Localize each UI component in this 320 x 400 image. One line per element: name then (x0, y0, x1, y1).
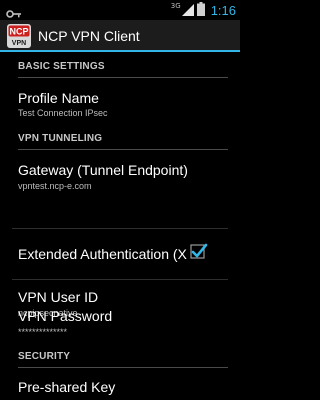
pref-title: Profile Name (18, 90, 99, 106)
app-title: NCP VPN Client (38, 28, 140, 44)
action-bar: NCP VPN NCP VPN Client (0, 20, 240, 52)
section-header-basic-settings: BASIC SETTINGS (18, 58, 228, 78)
pref-title: Extended Authentication (X (18, 246, 187, 262)
battery-icon (196, 1, 205, 20)
svg-text:NCP: NCP (9, 27, 28, 37)
pref-extended-authentication[interactable]: Extended Authentication (X (0, 229, 240, 279)
pref-summary: Test Connection IPsec (18, 108, 108, 118)
pref-summary: ************** (18, 327, 68, 337)
pref-preshared-key[interactable]: Pre-shared Key (0, 370, 240, 400)
pref-summary: vpntest.ncp-e.com (18, 181, 92, 191)
pref-title: Pre-shared Key (18, 379, 116, 395)
pref-vpn-password[interactable]: VPN Password ************** (0, 300, 240, 346)
app-logo-icon[interactable]: NCP VPN (7, 24, 31, 48)
action-bar-divider (0, 50, 240, 52)
network-type-label: 3G (170, 2, 181, 10)
pref-profile-name[interactable]: Profile Name Test Connection IPsec (0, 80, 240, 126)
section-header-security: SECURITY (18, 348, 228, 368)
pref-title: VPN Password (18, 308, 113, 324)
svg-text:VPN: VPN (12, 40, 26, 47)
clock: 1:16 (210, 2, 236, 18)
signal-icon (181, 1, 194, 20)
extended-auth-checkbox[interactable] (190, 243, 208, 261)
pref-gateway[interactable]: Gateway (Tunnel Endpoint) vpntest.ncp-e.… (0, 152, 240, 202)
section-header-vpn-tunneling: VPN TUNNELING (18, 130, 228, 150)
pref-title: Gateway (Tunnel Endpoint) (18, 162, 188, 178)
status-bar: 3G 1:16 (0, 0, 240, 20)
